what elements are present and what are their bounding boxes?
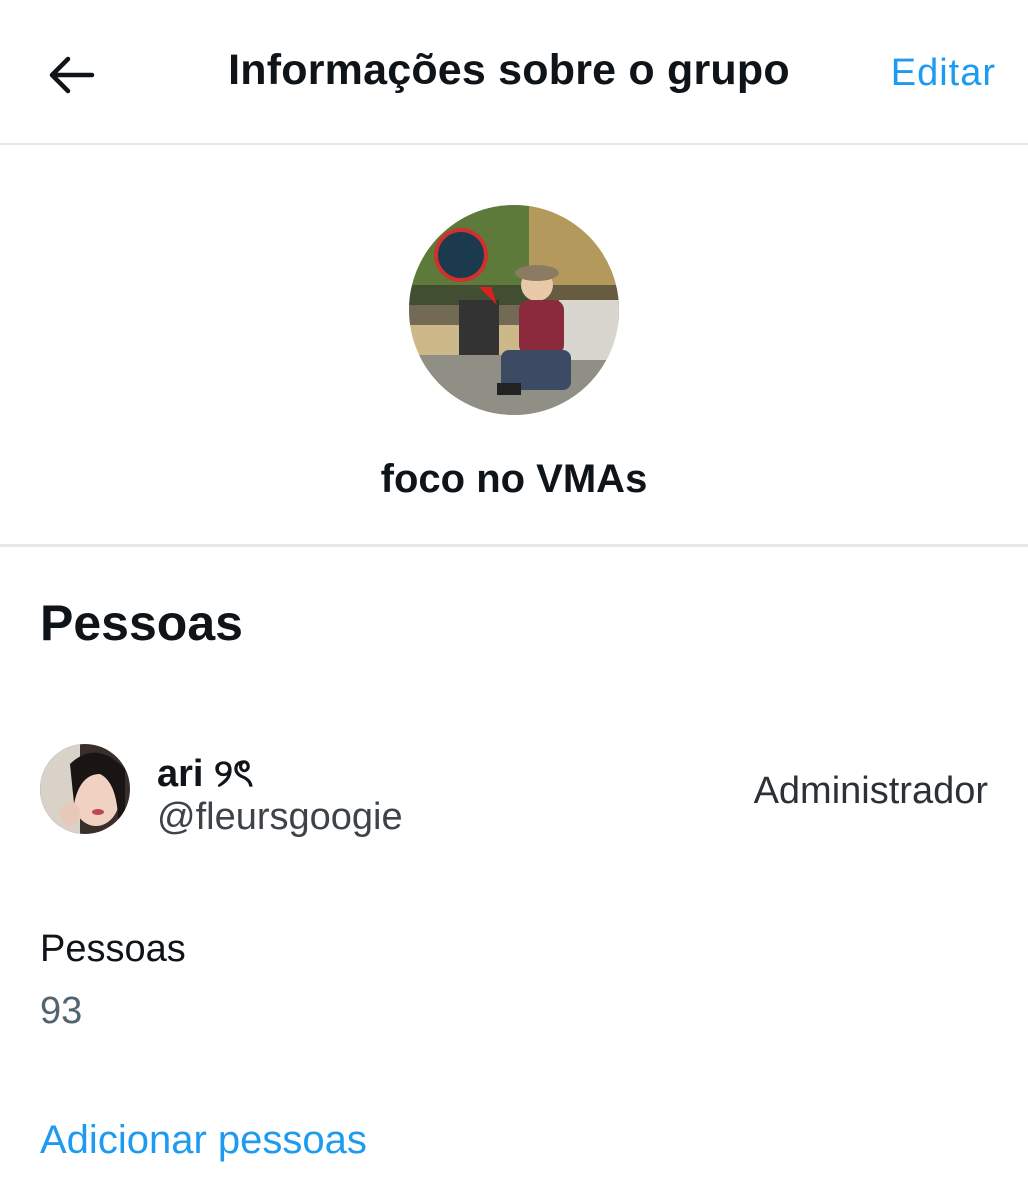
add-people-button[interactable]: Adicionar pessoas bbox=[40, 1118, 367, 1163]
people-count-value: 93 bbox=[40, 990, 83, 1032]
people-section-title: Pessoas bbox=[40, 595, 243, 651]
edit-button[interactable]: Editar bbox=[891, 52, 996, 95]
page-title: Informações sobre o grupo bbox=[228, 46, 790, 94]
member-row[interactable]: ari ୨ৎ @fleursgoogie Administrador bbox=[0, 730, 1028, 850]
member-role-badge: Administrador bbox=[753, 770, 988, 812]
group-avatar[interactable] bbox=[409, 205, 619, 415]
member-avatar bbox=[40, 744, 130, 834]
group-name: foco no VMAs bbox=[380, 457, 648, 501]
people-count-label: Pessoas bbox=[40, 928, 186, 970]
group-info-section: foco no VMAs bbox=[0, 147, 1028, 547]
header-bar: Informações sobre o grupo Editar bbox=[0, 0, 1028, 145]
member-handle: @fleursgoogie bbox=[157, 796, 403, 838]
member-photo bbox=[40, 744, 130, 834]
group-photo bbox=[409, 205, 619, 415]
